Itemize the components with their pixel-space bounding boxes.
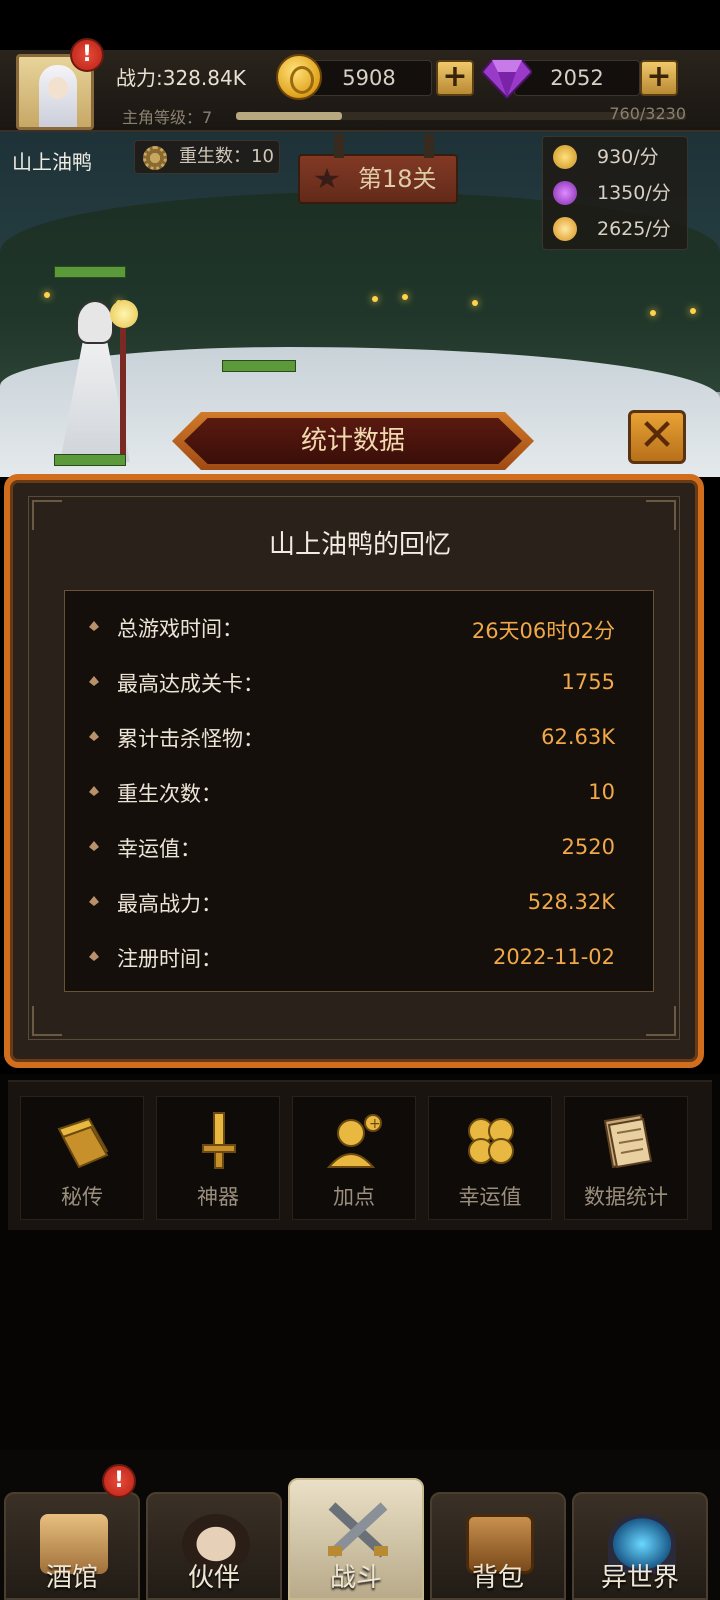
- stat-label: 注册时间：: [117, 947, 222, 971]
- close-icon: ✕: [638, 410, 676, 461]
- player-header: ! 战力:328.84K 5908 + 2052 + 主角等级：7 760/32…: [0, 38, 720, 132]
- stat-label: 最高战力：: [117, 892, 222, 916]
- nav-tab-backpack[interactable]: 背包: [430, 1492, 566, 1600]
- stat-row-highest-power: 最高战力： 528.32K: [65, 882, 655, 922]
- bullet-icon: [89, 841, 99, 851]
- stat-row-highest-stage: 最高达成关卡： 1755: [65, 662, 655, 702]
- exp-rate: 1350/分: [543, 175, 689, 211]
- nav-label: 战斗: [329, 1563, 382, 1593]
- stats-list: 总游戏时间： 26天06时02分 最高达成关卡： 1755 累计击杀怪物： 62…: [64, 590, 654, 992]
- stat-row-register-date: 注册时间： 2022-11-02: [65, 937, 655, 977]
- feature-buttons-row: 秘传 神器 + 加点 幸运值 数据统计: [8, 1080, 712, 1230]
- gold-rate-text: 930/分: [597, 146, 659, 168]
- stat-value: 26天06时02分: [471, 619, 615, 643]
- gold-rate-icon: [553, 145, 577, 169]
- crossed-swords-icon: [328, 1502, 388, 1558]
- stage-sign: 第18关: [298, 134, 458, 204]
- stat-label: 累计击杀怪物：: [117, 727, 264, 751]
- nav-label: 伙伴: [187, 1563, 240, 1593]
- nav-tab-tavern[interactable]: 酒馆: [4, 1492, 140, 1600]
- feature-statistics-button[interactable]: 数据统计: [564, 1096, 688, 1220]
- rebirth-count-text: 重生数：10: [179, 146, 274, 167]
- statistics-dialog: 山上油鸭的回忆 总游戏时间： 26天06时02分 最高达成关卡： 1755 累计…: [4, 474, 704, 1068]
- nav-tab-other-world[interactable]: 异世界: [572, 1492, 708, 1600]
- hero-level: 主角等级：7: [122, 108, 213, 127]
- stat-label: 重生次数：: [117, 782, 222, 806]
- player-name: 山上油鸭: [12, 150, 92, 174]
- enemy-health-bar: [222, 360, 296, 372]
- stat-label: 总游戏时间：: [117, 617, 243, 641]
- stat-row-rebirth-count: 重生次数： 10: [65, 772, 655, 812]
- bullet-icon: [89, 896, 99, 906]
- stat-value: 2520: [561, 835, 615, 859]
- svg-text:+: +: [369, 1116, 381, 1132]
- memory-title: 山上油鸭的回忆: [268, 530, 451, 560]
- stat-row-monsters-killed: 累计击杀怪物： 62.63K: [65, 717, 655, 757]
- document-icon: [603, 1113, 653, 1169]
- exp-icon: [553, 181, 577, 205]
- stat-value: 528.32K: [527, 890, 615, 914]
- stat-value: 1755: [561, 670, 615, 694]
- nav-label: 背包: [471, 1563, 524, 1593]
- sword-icon: [202, 1112, 236, 1169]
- feature-label: 秘传: [61, 1185, 103, 1209]
- book-icon: [57, 1117, 109, 1169]
- feature-artifact-button[interactable]: 神器: [156, 1096, 280, 1220]
- nav-tab-battle[interactable]: 战斗: [288, 1478, 424, 1600]
- system-status-bar: [0, 0, 720, 50]
- dialog-title-banner: 统计数据: [172, 412, 534, 470]
- nav-tab-companion[interactable]: 伙伴: [146, 1492, 282, 1600]
- exp-rate-text: 1350/分: [597, 182, 671, 204]
- power-rate-text: 2625/分: [597, 218, 671, 240]
- stat-row-luck: 幸运值： 2520: [65, 827, 655, 867]
- power-rate: 2625/分: [543, 211, 689, 247]
- stat-label: 最高达成关卡：: [117, 672, 264, 696]
- feature-add-point-button[interactable]: + 加点: [292, 1096, 416, 1220]
- stat-value: 10: [588, 780, 615, 804]
- flame-icon: [553, 217, 577, 241]
- stat-value: 2022-11-02: [492, 945, 615, 969]
- add-gold-button[interactable]: +: [436, 60, 474, 96]
- bullet-icon: [89, 621, 99, 631]
- dialog-title: 统计数据: [300, 426, 405, 456]
- avatar-alert-icon: !: [70, 38, 104, 72]
- stat-value: 62.63K: [541, 725, 615, 749]
- feature-luck-button[interactable]: 幸运值: [428, 1096, 552, 1220]
- hero-stamina-bar: [54, 454, 126, 466]
- hero-character: [50, 292, 140, 462]
- gem-amount: 2052: [514, 60, 640, 96]
- feature-label: 神器: [197, 1185, 239, 1209]
- stat-label: 幸运值：: [117, 837, 201, 861]
- bottom-navigation: 酒馆 ! 伙伴 战斗 背包 异世界: [0, 1450, 720, 1600]
- gear-icon: [143, 146, 167, 170]
- stat-row-total-playtime: 总游戏时间： 26天06时02分: [65, 607, 655, 647]
- feature-label: 幸运值: [458, 1185, 522, 1209]
- income-rates-panel: 930/分 1350/分 2625/分: [542, 136, 688, 250]
- tavern-alert-icon: !: [102, 1464, 136, 1498]
- clover-icon: [468, 1118, 514, 1164]
- bullet-icon: [89, 951, 99, 961]
- bullet-icon: [89, 676, 99, 686]
- feature-secret-button[interactable]: 秘传: [20, 1096, 144, 1220]
- stage-number: 第18关: [358, 165, 437, 193]
- level-progress-text: 760/3230: [609, 104, 686, 123]
- rebirth-count: 重生数：10: [134, 140, 280, 174]
- star-icon: [314, 168, 340, 189]
- gold-amount: 5908: [306, 60, 432, 96]
- bullet-icon: [89, 731, 99, 741]
- feature-label: 数据统计: [584, 1185, 668, 1209]
- nav-label: 酒馆: [45, 1563, 98, 1593]
- close-button[interactable]: ✕: [628, 410, 686, 464]
- feature-area: 秘传 神器 + 加点 幸运值 数据统计: [0, 1074, 720, 1450]
- hero-health-bar: [54, 266, 126, 278]
- gem-icon: [482, 59, 532, 98]
- combat-power: 战力:328.84K: [116, 66, 246, 90]
- feature-label: 加点: [333, 1185, 375, 1209]
- gold-rate: 930/分: [543, 139, 689, 175]
- nav-label: 异世界: [600, 1563, 679, 1593]
- bullet-icon: [89, 786, 99, 796]
- add-gems-button[interactable]: +: [640, 60, 678, 96]
- gold-coin-icon: [276, 54, 322, 100]
- add-point-icon: +: [326, 1114, 382, 1168]
